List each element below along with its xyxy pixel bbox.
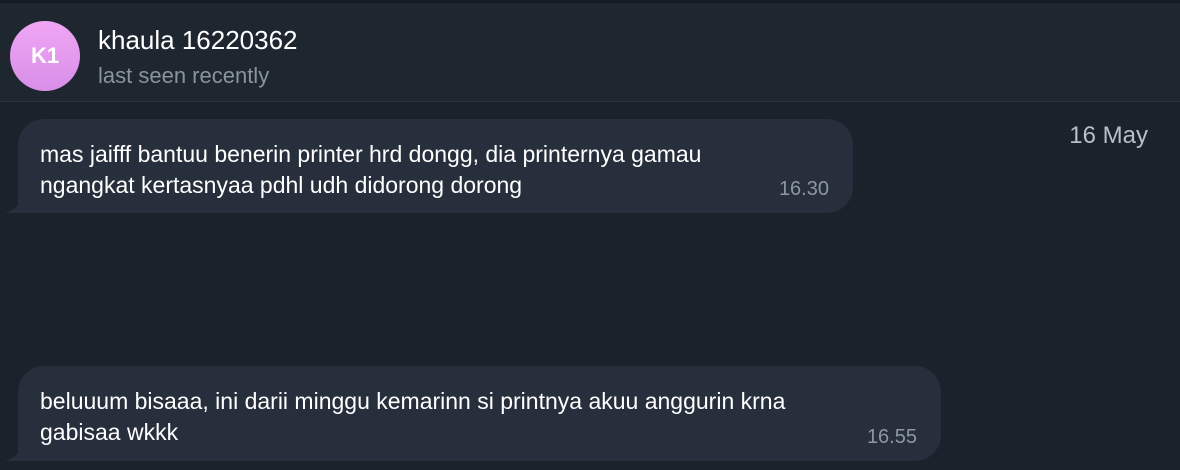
date-label: 16 May <box>1069 122 1148 149</box>
message-text-line: gabisaa wkkk <box>40 419 179 445</box>
message-bubble[interactable]: beluuum bisaaa, ini darii minggu kemarin… <box>18 366 941 461</box>
chat-header: K1 khaula 16220362 last seen recently <box>0 0 1180 102</box>
message-text-line: beluuum bisaaa, ini darii minggu kemarin… <box>40 388 786 414</box>
contact-status: last seen recently <box>98 63 270 88</box>
message-time: 16.55 <box>866 426 917 448</box>
avatar[interactable]: K1 <box>10 21 80 91</box>
message-time: 16.30 <box>778 178 829 200</box>
avatar-initials: K1 <box>30 43 60 68</box>
message-text-line: ngangkat kertasnyaa pdhl udh didorong do… <box>40 172 523 198</box>
bubble-tail-icon <box>4 193 24 213</box>
bubble-tail-icon <box>4 441 24 461</box>
contact-name[interactable]: khaula 16220362 <box>98 25 298 56</box>
message-text-line: mas jaifff bantuu benerin printer hrd do… <box>40 141 702 167</box>
message-bubble[interactable]: mas jaifff bantuu benerin printer hrd do… <box>18 119 853 213</box>
